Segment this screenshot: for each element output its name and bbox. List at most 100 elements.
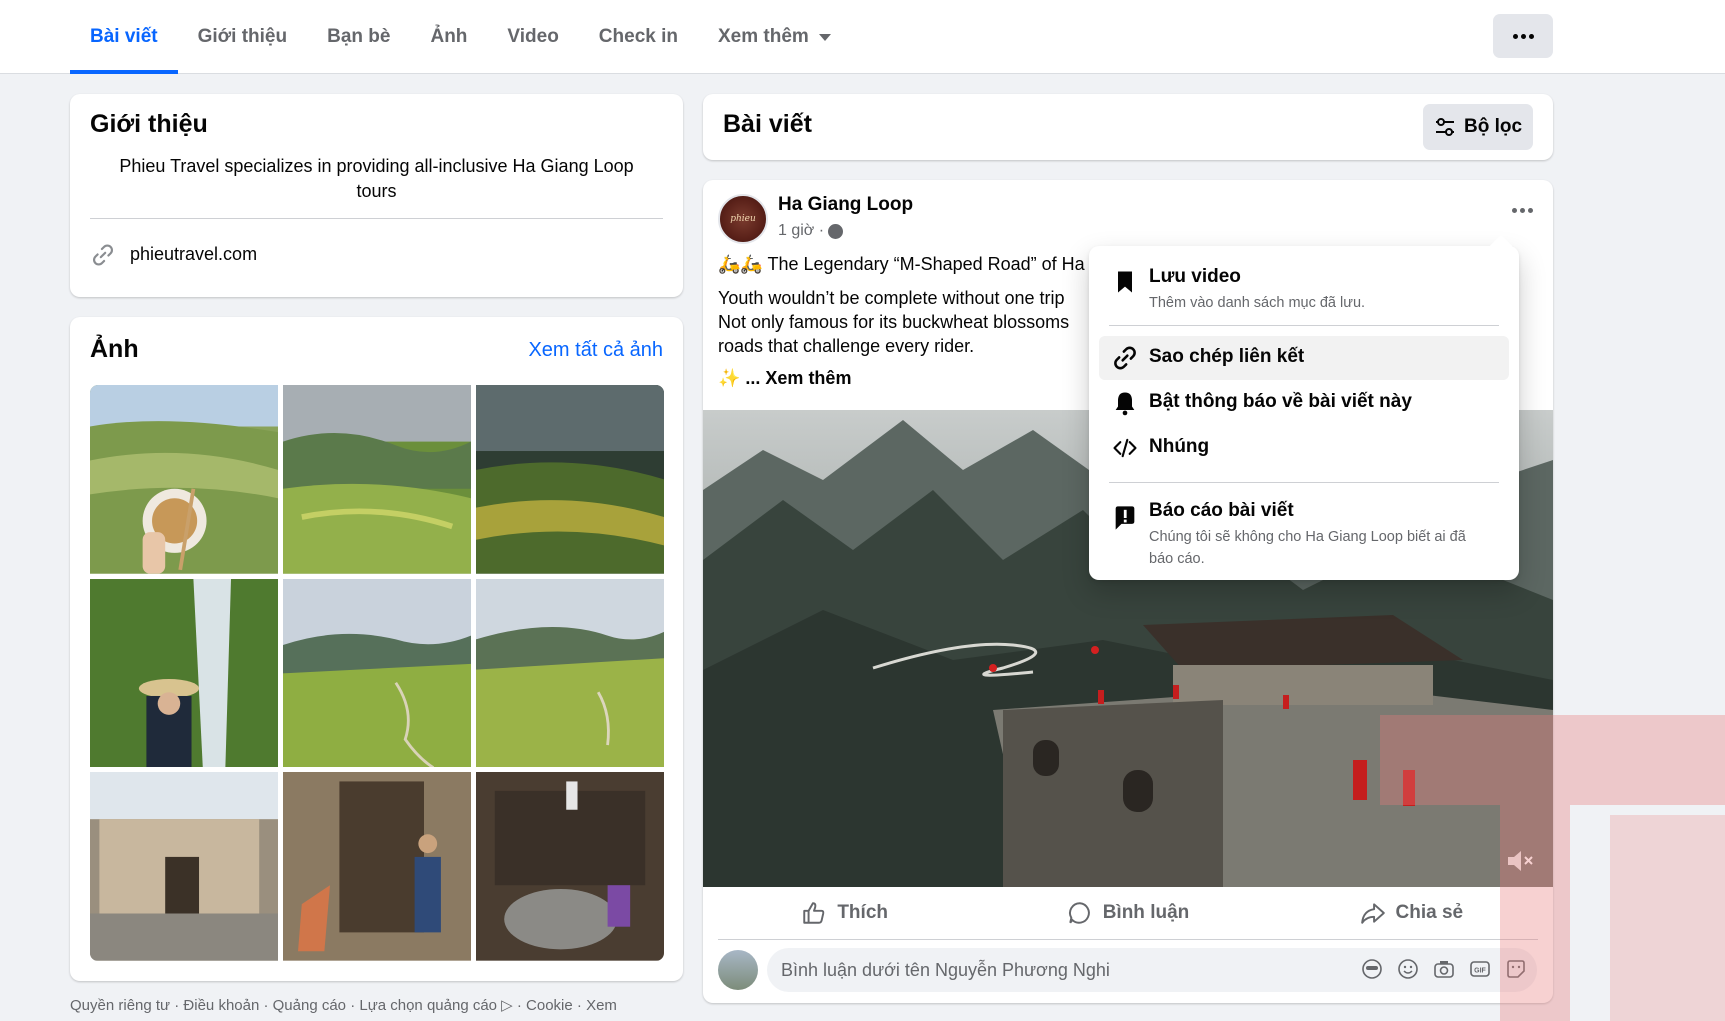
tab-label: Bài viết	[90, 26, 158, 47]
tab-videos[interactable]: Video	[487, 0, 578, 74]
share-arrow-icon	[1360, 903, 1385, 924]
filter-button[interactable]: Bộ lọc	[1423, 104, 1533, 150]
tab-checkins[interactable]: Check in	[579, 0, 698, 74]
menu-item-save-video[interactable]: Lưu video Thêm vào danh sách mục đã lưu.	[1099, 256, 1509, 324]
photo-thumbnail[interactable]	[90, 772, 278, 961]
footer-links[interactable]: Quyền riêng tư · Điều khoản · Quảng cáo …	[70, 996, 617, 1014]
filter-sliders-icon	[1435, 118, 1454, 136]
tab-label: Check in	[598, 26, 678, 47]
code-icon	[1113, 438, 1137, 458]
link-icon	[93, 244, 113, 266]
profile-more-button[interactable]	[1493, 14, 1553, 58]
divider	[90, 218, 663, 219]
share-button[interactable]: Chia sẻ	[1270, 887, 1553, 939]
comment-input[interactable]: Bình luận dưới tên Nguyễn Phương Nghi GI…	[767, 948, 1537, 992]
more-dots-icon	[1512, 208, 1533, 213]
menu-label: Báo cáo bài viết	[1149, 500, 1294, 521]
thumbs-up-icon	[803, 902, 825, 924]
tab-label: Giới thiệu	[197, 26, 288, 47]
share-label: Chia sẻ	[1395, 902, 1464, 923]
divider	[1109, 325, 1499, 326]
avatar-logo-mark: phieu	[730, 214, 756, 224]
mute-icon[interactable]	[1505, 849, 1535, 873]
photo-thumbnail[interactable]	[476, 578, 664, 768]
post-meta: 1 giờ ·	[778, 222, 844, 240]
post-line: Not only famous for its buckwheat blosso…	[718, 312, 1070, 332]
photo-thumbnail[interactable]	[476, 385, 664, 574]
menu-sublabel: Thêm vào danh sách mục đã lưu.	[1149, 295, 1366, 311]
tab-label: Video	[507, 26, 559, 47]
camera-icon[interactable]	[1433, 958, 1455, 980]
tab-label: Xem thêm	[718, 26, 809, 47]
menu-label: Sao chép liên kết	[1149, 346, 1305, 367]
intro-bio: Phieu Travel specializes in providing al…	[119, 156, 634, 201]
more-dots-icon	[1512, 33, 1534, 39]
tab-photos[interactable]: Ảnh	[410, 0, 487, 74]
post-time[interactable]: 1 giờ ·	[778, 222, 824, 240]
menu-label: Lưu video	[1149, 266, 1241, 287]
tab-about[interactable]: Giới thiệu	[178, 0, 308, 74]
menu-item-copy-link[interactable]: Sao chép liên kết	[1099, 336, 1509, 380]
menu-item-notifications[interactable]: Bật thông báo về bài viết này	[1099, 381, 1509, 425]
posts-header-card: Bài viết Bộ lọc	[703, 94, 1553, 160]
tab-label: Ảnh	[430, 26, 468, 47]
post-options-button[interactable]	[1512, 208, 1533, 213]
tab-friends[interactable]: Bạn bè	[307, 0, 410, 74]
menu-label: Nhúng	[1149, 436, 1210, 457]
photo-thumbnail[interactable]	[476, 772, 664, 961]
sticker-icon[interactable]	[1505, 958, 1527, 980]
post-line: roads that challenge every rider.	[718, 336, 975, 356]
globe-icon	[828, 223, 844, 239]
photo-thumbnail[interactable]	[90, 578, 278, 768]
bookmark-icon	[1118, 271, 1132, 293]
post-text: 🛵🛵 The Legendary “M-Shaped Road” of Ha Y…	[718, 252, 1098, 400]
caret-down-icon	[818, 33, 831, 41]
post-options-menu: Lưu video Thêm vào danh sách mục đã lưu.…	[1089, 246, 1519, 580]
photo-thumbnail[interactable]	[90, 385, 278, 574]
post-line: Youth wouldn’t be complete without one t…	[718, 288, 1065, 308]
comment-tools: GIF	[1361, 958, 1527, 980]
see-more-link[interactable]: ✨ ... Xem thêm	[718, 366, 1098, 390]
svg-text:GIF: GIF	[1474, 968, 1486, 975]
photo-thumbnail[interactable]	[283, 578, 471, 768]
website-link[interactable]: phieutravel.com	[130, 244, 257, 265]
post-line: 🛵🛵 The Legendary “M-Shaped Road” of Ha	[718, 254, 1085, 274]
current-user-avatar[interactable]	[718, 950, 758, 990]
avatar-sticker-icon[interactable]	[1361, 958, 1383, 980]
comment-label: Bình luận	[1102, 902, 1190, 923]
menu-sublabel: Chúng tôi sẽ không cho Ha Giang Loop biế…	[1149, 529, 1466, 567]
photo-grid	[90, 385, 664, 961]
filter-label: Bộ lọc	[1463, 116, 1523, 137]
menu-label: Bật thông báo về bài viết này	[1149, 391, 1412, 412]
see-all-photos-link[interactable]: Xem tất cả ảnh	[528, 339, 663, 362]
photo-thumbnail[interactable]	[283, 385, 471, 574]
gif-icon[interactable]: GIF	[1469, 958, 1491, 980]
bell-icon	[1115, 392, 1135, 416]
report-flag-icon	[1115, 506, 1135, 530]
comment-button[interactable]: Bình luận	[986, 887, 1269, 939]
intro-card: Giới thiệu Phieu Travel specializes in p…	[70, 94, 683, 297]
divider	[718, 939, 1538, 940]
like-label: Thích	[837, 902, 888, 923]
link-icon	[1114, 346, 1136, 370]
tab-label: Bạn bè	[327, 26, 391, 47]
photos-title: Ảnh	[90, 335, 139, 363]
menu-item-embed[interactable]: Nhúng	[1099, 426, 1509, 470]
tab-list: Bài viết Giới thiệu Bạn bè Ảnh Video Che…	[70, 0, 851, 74]
page-avatar[interactable]: phieu	[718, 194, 768, 244]
emoji-icon[interactable]	[1397, 958, 1419, 980]
divider	[1109, 482, 1499, 483]
comment-placeholder: Bình luận dưới tên Nguyễn Phương Nghi	[781, 960, 1110, 980]
photo-thumbnail[interactable]	[283, 772, 471, 961]
menu-item-report[interactable]: Báo cáo bài viết Chúng tôi sẽ không cho …	[1099, 492, 1509, 572]
comment-bubble-icon	[1068, 902, 1090, 924]
profile-tab-bar: Bài viết Giới thiệu Bạn bè Ảnh Video Che…	[0, 0, 1725, 74]
tab-more[interactable]: Xem thêm	[698, 0, 851, 74]
post-author[interactable]: Ha Giang Loop	[778, 194, 913, 216]
posts-title: Bài viết	[723, 110, 812, 138]
tab-posts[interactable]: Bài viết	[70, 0, 178, 74]
like-button[interactable]: Thích	[703, 887, 986, 939]
post-actions: Thích Bình luận Chia sẻ	[703, 887, 1553, 939]
photos-card: Ảnh Xem tất cả ảnh	[70, 317, 683, 981]
intro-title: Giới thiệu	[90, 110, 208, 138]
